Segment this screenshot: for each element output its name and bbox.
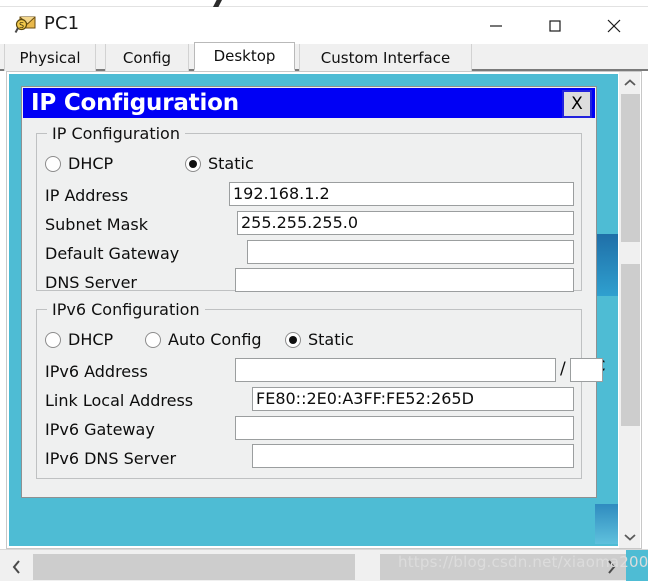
top-edge-artifact bbox=[0, 0, 648, 8]
ipv6-address-input[interactable] bbox=[235, 358, 556, 382]
link-local-address-input[interactable]: FE80::2E0:A3FF:FE52:265D bbox=[252, 387, 574, 411]
ipv6-group-legend: IPv6 Configuration bbox=[47, 300, 205, 319]
default-gateway-input[interactable] bbox=[247, 240, 574, 264]
window-titlebar: S PC1 bbox=[0, 8, 648, 45]
ipv6-auto-config-label: Auto Config bbox=[168, 330, 262, 349]
ipv6-dhcp-label: DHCP bbox=[68, 330, 114, 349]
vertical-scroll-thumb[interactable] bbox=[621, 94, 640, 426]
tab-config-label: Config bbox=[122, 48, 172, 67]
ip-address-label: IP Address bbox=[45, 186, 129, 205]
svg-text:S: S bbox=[19, 21, 24, 30]
ipv6-gateway-label: IPv6 Gateway bbox=[45, 420, 155, 439]
ipv6-gateway-input[interactable] bbox=[235, 416, 574, 440]
tab-physical[interactable]: Physical bbox=[4, 44, 96, 71]
ipv6-prefix-length-input[interactable] bbox=[570, 358, 603, 382]
tab-physical-label: Physical bbox=[19, 48, 81, 67]
horizontal-scrollbar[interactable] bbox=[0, 549, 648, 581]
ipv4-mode-static[interactable]: Static bbox=[185, 154, 254, 173]
ipv4-group-legend: IP Configuration bbox=[47, 124, 185, 143]
window-title: PC1 bbox=[44, 13, 80, 34]
ipv4-configuration-group: IP Configuration DHCP Static IP Address … bbox=[36, 124, 582, 292]
tab-desktop[interactable]: Desktop bbox=[194, 42, 295, 71]
dialog-close-button[interactable]: X bbox=[562, 90, 592, 118]
scroll-left-arrow-icon[interactable] bbox=[2, 554, 32, 580]
desktop-icon-partial-right-1[interactable] bbox=[595, 234, 619, 296]
ipv6-mode-auto-config[interactable]: Auto Config bbox=[145, 330, 262, 349]
tab-custom-interface[interactable]: Custom Interface bbox=[299, 44, 472, 71]
dns-server-input[interactable] bbox=[235, 268, 574, 292]
desktop-icon-partial-right-2[interactable] bbox=[595, 504, 619, 544]
minimize-button[interactable] bbox=[473, 8, 519, 44]
vertical-scrollbar[interactable] bbox=[618, 72, 640, 548]
ipv6-mode-static[interactable]: Static bbox=[285, 330, 354, 349]
ipv6-dhcp-radio[interactable] bbox=[45, 331, 61, 348]
link-local-address-label: Link Local Address bbox=[45, 391, 194, 410]
ipv4-static-radio[interactable] bbox=[185, 155, 201, 172]
default-gateway-label: Default Gateway bbox=[45, 244, 180, 263]
top-divider bbox=[0, 6, 648, 7]
ipv6-dns-server-label: IPv6 DNS Server bbox=[45, 449, 177, 468]
tab-desktop-label: Desktop bbox=[213, 47, 276, 65]
ipv4-dhcp-label: DHCP bbox=[68, 154, 114, 173]
subnet-mask-label: Subnet Mask bbox=[45, 215, 149, 234]
ipv6-prefix-separator: / bbox=[560, 359, 566, 379]
ipv4-dhcp-radio[interactable] bbox=[45, 155, 61, 172]
tab-custom-interface-label: Custom Interface bbox=[320, 48, 451, 67]
dialog-title: IP Configuration bbox=[31, 90, 239, 116]
horizontal-scroll-track[interactable] bbox=[33, 554, 628, 580]
ipv4-mode-dhcp[interactable]: DHCP bbox=[45, 154, 113, 173]
ip-address-input[interactable]: 192.168.1.2 bbox=[229, 182, 574, 206]
ipv6-static-radio[interactable] bbox=[285, 331, 301, 348]
tab-config[interactable]: Config bbox=[105, 44, 189, 71]
maximize-button[interactable] bbox=[532, 8, 578, 44]
application-window: S PC1 Physical Config Desktop Custom Int… bbox=[0, 0, 648, 581]
subnet-mask-input[interactable]: 255.255.255.0 bbox=[237, 211, 574, 235]
ipv6-auto-config-radio[interactable] bbox=[145, 331, 161, 348]
scrollbar-corner bbox=[626, 550, 648, 581]
ipv6-address-label: IPv6 Address bbox=[45, 362, 148, 381]
desktop-panel: Dialer Editor Firewall € bbox=[6, 71, 642, 549]
ipv6-configuration-group: IPv6 Configuration DHCP Auto Config Stat… bbox=[36, 300, 603, 479]
ipv6-static-label: Static bbox=[308, 330, 354, 349]
dns-server-label: DNS Server bbox=[45, 273, 137, 292]
ipv6-mode-dhcp[interactable]: DHCP bbox=[45, 330, 113, 349]
horizontal-scroll-thumb[interactable] bbox=[355, 554, 380, 580]
envelope-magnifier-icon: S bbox=[14, 15, 38, 37]
scroll-up-arrow-icon[interactable] bbox=[619, 72, 641, 94]
close-button[interactable] bbox=[591, 8, 637, 44]
scroll-right-arrow-icon[interactable] bbox=[596, 554, 626, 580]
ipv6-dns-server-input[interactable] bbox=[252, 444, 574, 468]
desktop-canvas: Dialer Editor Firewall € bbox=[9, 74, 620, 546]
dialog-titlebar: IP Configuration X bbox=[23, 88, 595, 118]
ip-configuration-dialog: IP Configuration X IP Configuration DHCP… bbox=[21, 86, 603, 498]
tab-bar: Physical Config Desktop Custom Interface bbox=[0, 42, 648, 71]
scroll-down-arrow-icon[interactable] bbox=[619, 526, 641, 548]
ipv4-static-label: Static bbox=[208, 154, 254, 173]
vertical-scroll-thumb-grip bbox=[621, 242, 640, 264]
